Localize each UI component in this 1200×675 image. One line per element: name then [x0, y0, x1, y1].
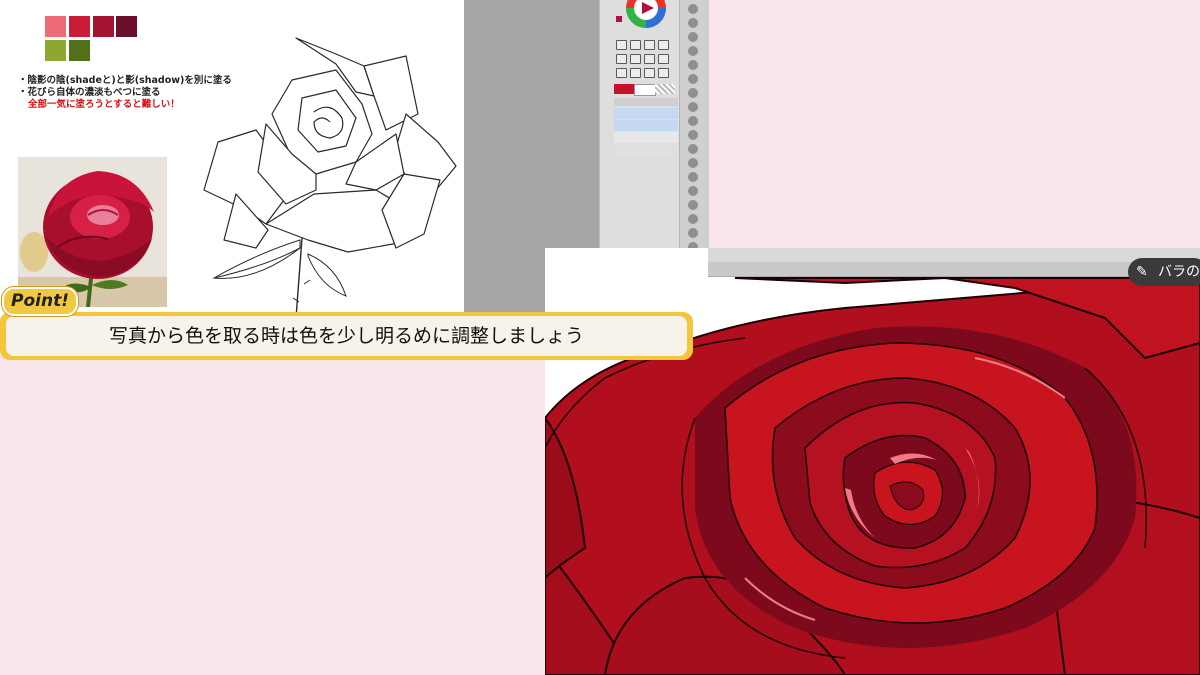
note-line-2: ・花びら自体の濃淡もべつに塗る: [18, 87, 161, 98]
eraser-tool-icon[interactable]: [644, 40, 655, 50]
blend-tool-icon[interactable]: [630, 68, 641, 78]
pen-tool-icon[interactable]: [630, 40, 641, 50]
zoom-window-ruler: [708, 262, 1200, 277]
title-badge-label: バラの: [1158, 264, 1200, 280]
main-color-chip[interactable]: [614, 84, 634, 94]
title-badge: ✎ バラの: [1128, 258, 1200, 286]
layer-row-4[interactable]: [614, 146, 678, 154]
select-tool-icon[interactable]: [658, 40, 669, 50]
note-line-3: 全部一気に塗ろうとすると難しい！: [28, 99, 180, 110]
point-badge: Point!: [2, 287, 78, 316]
color-swatch-5[interactable]: [45, 40, 66, 61]
rose-line-art: [203, 37, 457, 318]
eyedropper-tool-icon[interactable]: [616, 68, 627, 78]
pen-icon: ✎: [1136, 264, 1148, 280]
color-swatch-6[interactable]: [69, 40, 90, 61]
reference-photo: [18, 157, 167, 307]
color-swatch-2[interactable]: [69, 16, 90, 37]
color-swatch-4[interactable]: [116, 16, 137, 37]
move-tool-icon[interactable]: [644, 54, 655, 64]
brush-tool-icon[interactable]: [616, 40, 627, 50]
fill-tool-icon[interactable]: [616, 54, 627, 64]
lasso-tool-icon[interactable]: [658, 54, 669, 64]
text-tool-icon[interactable]: [630, 54, 641, 64]
hand-tool-icon[interactable]: [644, 68, 655, 78]
sub-color-chip[interactable]: [634, 84, 656, 96]
layer-panel-header: [614, 98, 678, 106]
tip-text: 写真から色を取る時は色を少し明るめに調整しましょう: [6, 316, 687, 356]
layer-row-2[interactable]: [614, 120, 678, 131]
rose-photo-image: [18, 157, 167, 307]
zoom-tool-icon[interactable]: [658, 68, 669, 78]
layer-row-1[interactable]: [614, 108, 678, 119]
current-color-icon[interactable]: [616, 16, 622, 22]
color-wheel-icon[interactable]: [624, 0, 668, 30]
color-swatch-3[interactable]: [93, 16, 114, 37]
zoom-window-menubar[interactable]: [708, 248, 1200, 262]
layer-row-3[interactable]: [614, 132, 678, 143]
color-swatch-1[interactable]: [45, 16, 66, 37]
transparent-color-chip[interactable]: [655, 84, 675, 94]
reference-canvas[interactable]: ・陰影の陰(shadeと)と影(shadow)を別に塗る ・花びら自体の濃淡もべ…: [0, 0, 464, 318]
